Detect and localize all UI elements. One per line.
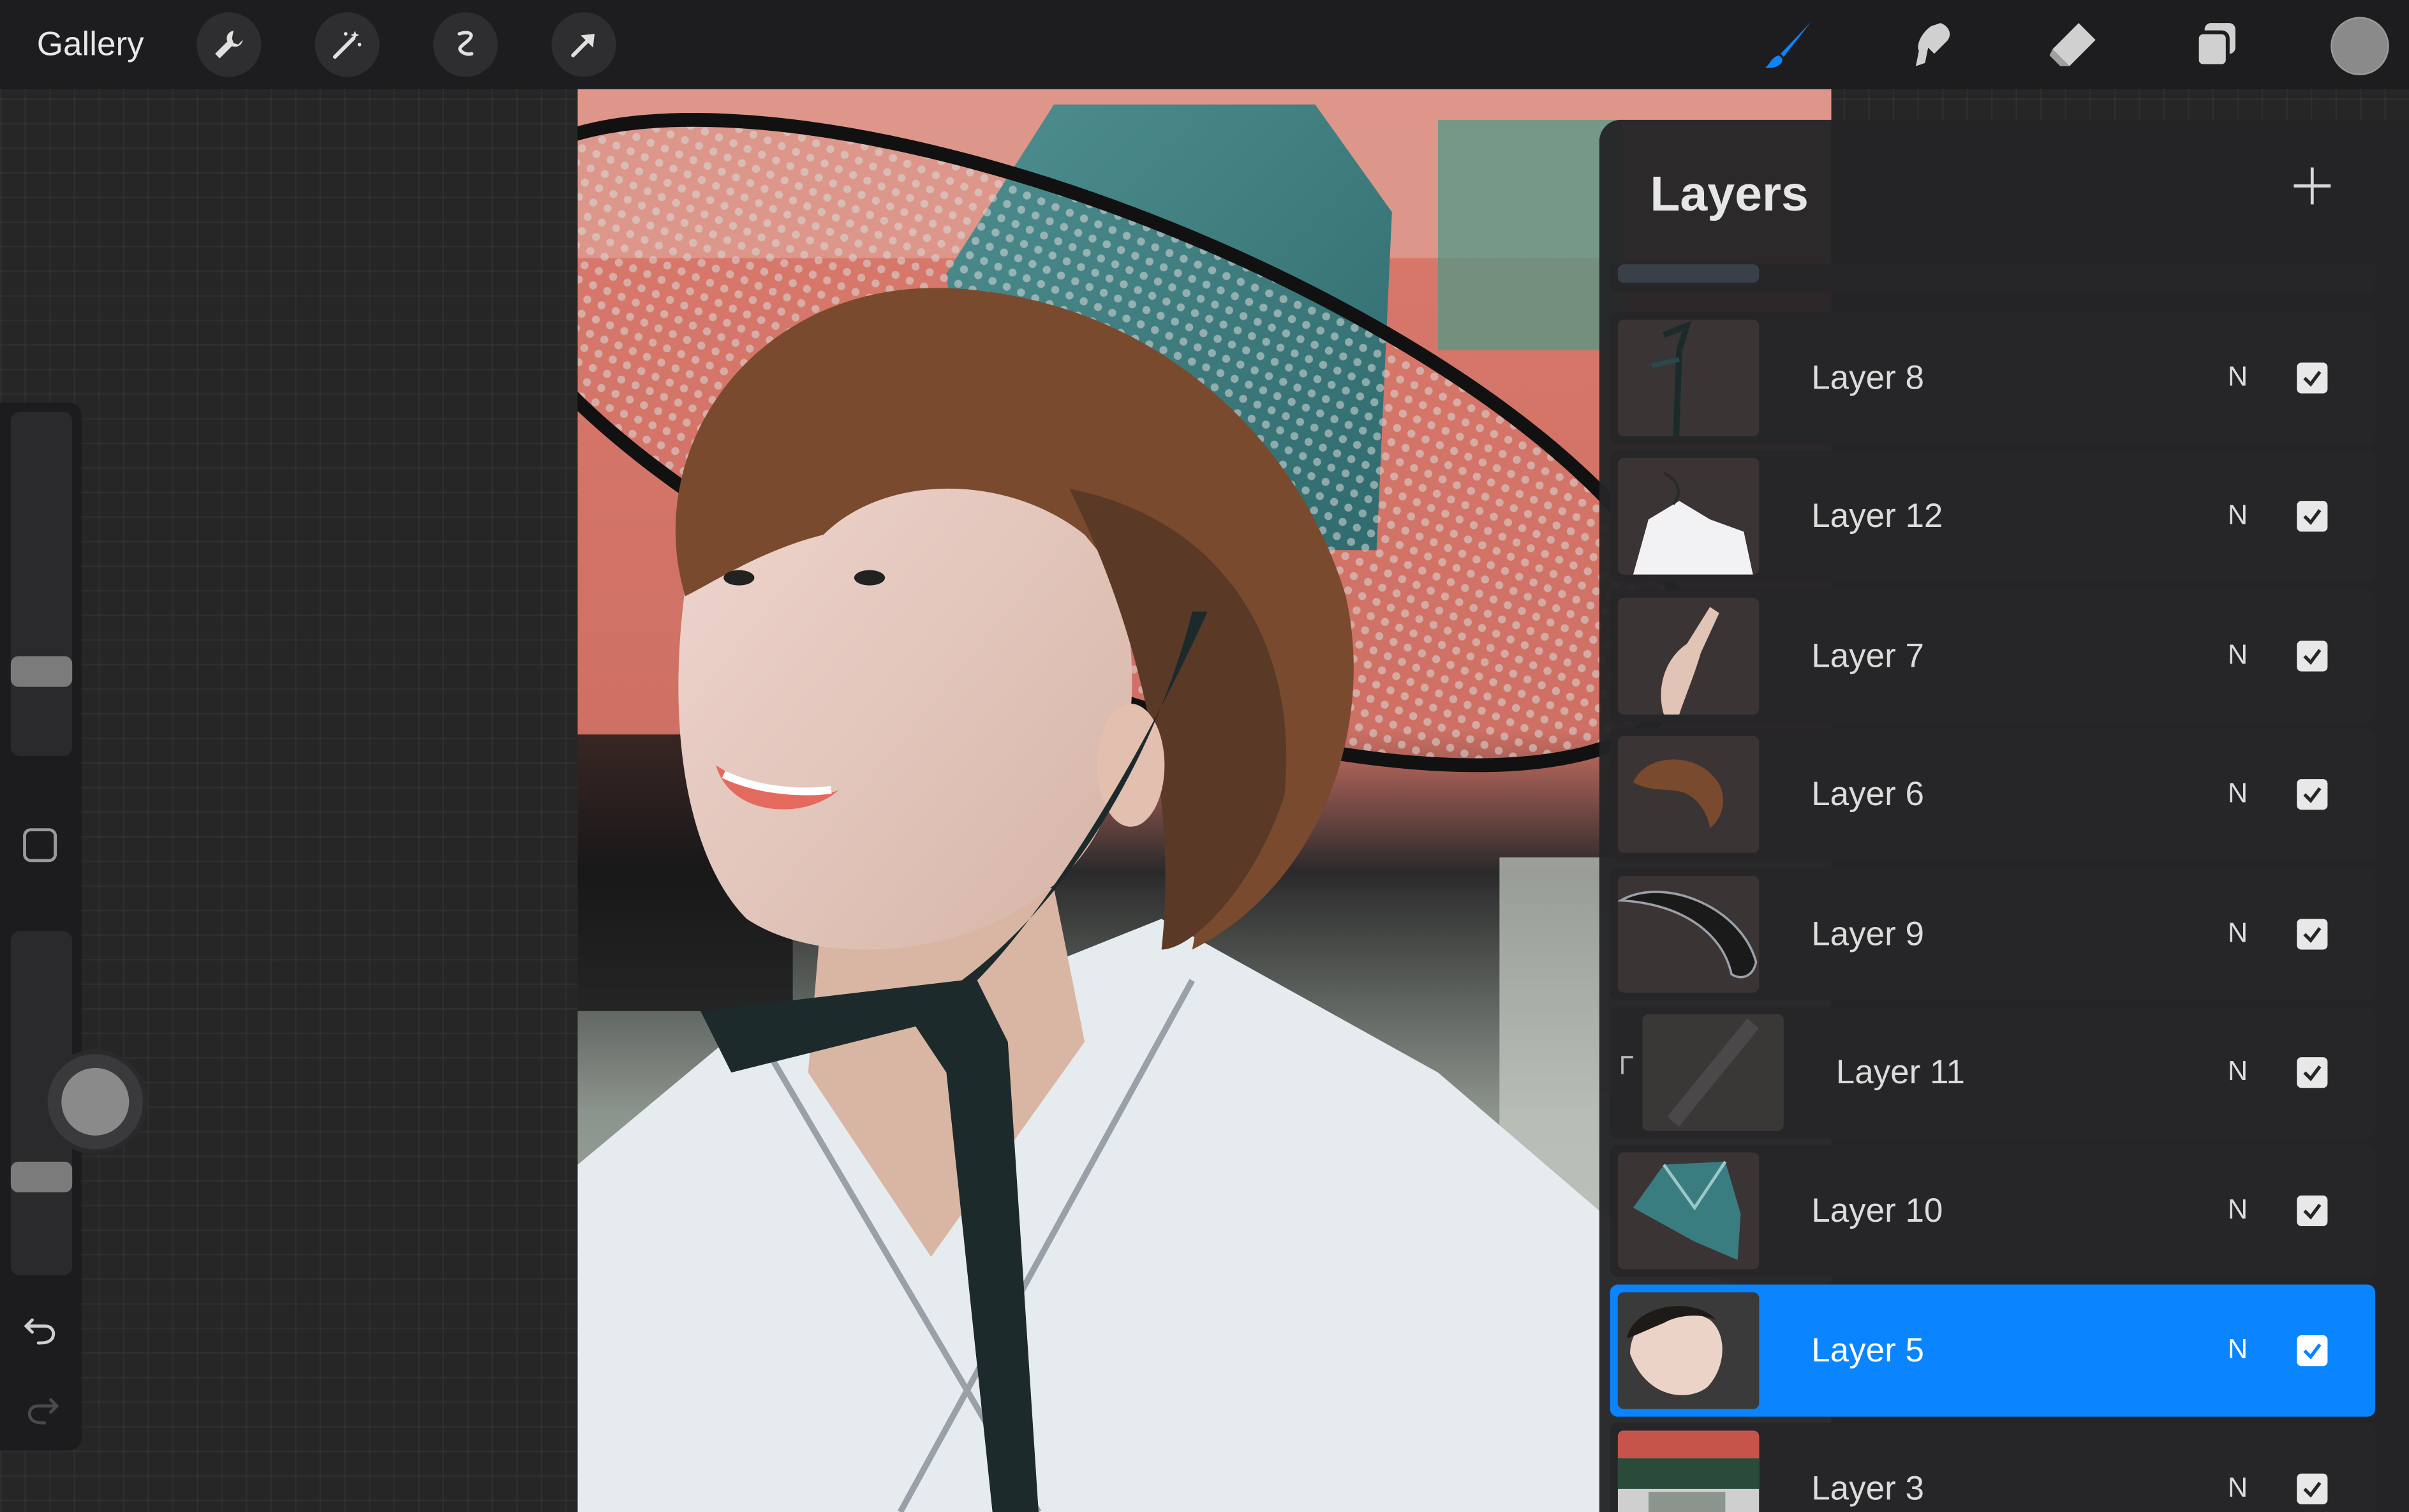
layer-visibility-checkbox[interactable] — [2297, 640, 2328, 672]
layer-visibility-checkbox[interactable] — [2297, 779, 2328, 810]
layer-thumbnail[interactable] — [1642, 1014, 1784, 1131]
checkmark-icon — [2303, 1343, 2322, 1360]
brush-opacity-thumb[interactable] — [10, 1162, 73, 1193]
layers-panel-title: Layers — [1650, 166, 1809, 221]
layer-blend-mode-button[interactable]: N — [2228, 639, 2248, 671]
top-toolbar: Gallery — [0, 0, 2409, 89]
layers-button[interactable] — [2188, 15, 2246, 74]
checkmark-icon — [2303, 1065, 2322, 1081]
checkmark-icon — [2303, 509, 2322, 526]
layer-thumbnail[interactable] — [1617, 597, 1760, 715]
layer-row[interactable]: Layer 9 N — [1610, 867, 2376, 1000]
adjustments-button[interactable] — [315, 12, 380, 77]
modify-button[interactable] — [23, 828, 57, 863]
clipping-mask-icon — [1621, 1056, 1633, 1074]
actions-wrench-button[interactable] — [196, 12, 262, 77]
checkmark-icon — [2303, 1204, 2322, 1220]
checkmark-icon — [2303, 648, 2322, 665]
layers-icon — [2195, 23, 2235, 68]
layer-row[interactable]: Layer 8 N — [1610, 311, 2376, 445]
gallery-button[interactable]: Gallery — [37, 25, 144, 65]
layer-thumbnail[interactable] — [1617, 875, 1760, 992]
procreate-app: Gallery Layers Layer 8 N Layer 12 N Laye… — [0, 0, 2409, 1512]
smudge-tool-button[interactable] — [1902, 15, 1961, 74]
layer-name: Layer 9 — [1811, 914, 1924, 952]
layer-blend-mode-button[interactable]: N — [2228, 917, 2248, 949]
undo-icon[interactable] — [20, 1309, 63, 1352]
color-picker-swatch[interactable] — [2331, 17, 2389, 76]
layer-blend-mode-button[interactable]: N — [2228, 778, 2248, 810]
left-sidebar — [0, 403, 82, 1451]
brush-tool-button[interactable] — [1761, 15, 1820, 74]
layer-name: Layer 7 — [1811, 635, 1924, 674]
layer-row[interactable]: Layer 6 N — [1610, 729, 2376, 861]
layer-thumbnail — [1617, 264, 1760, 283]
wrench-icon — [215, 31, 243, 59]
brush-icon — [1765, 21, 1812, 68]
layer-thumbnail[interactable] — [1617, 1430, 1760, 1512]
transform-arrow-icon — [571, 33, 595, 57]
layer-thumbnail[interactable] — [1617, 736, 1760, 854]
layer-row[interactable]: Layer 7 N — [1610, 589, 2376, 722]
layer-visibility-checkbox[interactable] — [2297, 1196, 2328, 1227]
layer-row-partial[interactable] — [1610, 264, 2376, 292]
checkmark-icon — [2303, 371, 2322, 387]
layer-visibility-checkbox[interactable] — [2297, 1057, 2328, 1088]
layer-blend-mode-button[interactable]: N — [2228, 361, 2248, 394]
layer-visibility-checkbox[interactable] — [2297, 1474, 2328, 1505]
plus-icon[interactable] — [2289, 163, 2335, 209]
layer-blend-mode-button[interactable]: N — [2228, 500, 2248, 533]
eraser-icon — [2049, 23, 2096, 66]
layer-blend-mode-button[interactable]: N — [2228, 1056, 2248, 1088]
layer-visibility-checkbox[interactable] — [2297, 362, 2328, 394]
layers-panel: Layers Layer 8 N Layer 12 N Layer 7 N Layer 6 N… — [1599, 119, 2409, 1512]
transform-button[interactable] — [551, 12, 616, 77]
layer-blend-mode-button[interactable]: N — [2228, 1194, 2248, 1227]
layer-name: Layer 5 — [1811, 1330, 1924, 1369]
layer-thumbnail[interactable] — [1617, 458, 1760, 575]
layer-thumbnail[interactable] — [1617, 319, 1760, 437]
checkmark-icon — [2303, 926, 2322, 943]
selection-button[interactable] — [433, 12, 498, 77]
layer-thumbnail[interactable] — [1617, 1292, 1760, 1409]
selection-icon — [457, 31, 473, 56]
magic-wand-icon — [332, 31, 362, 59]
checkmark-icon — [2303, 787, 2322, 804]
layer-name: Layer 3 — [1811, 1469, 1924, 1508]
redo-icon[interactable] — [20, 1389, 63, 1432]
layer-visibility-checkbox[interactable] — [2297, 1335, 2328, 1366]
layer-blend-mode-button[interactable]: N — [2228, 1472, 2248, 1505]
layer-visibility-checkbox[interactable] — [2297, 501, 2328, 533]
layer-name: Layer 12 — [1811, 496, 1943, 536]
layer-name: Layer 6 — [1811, 775, 1924, 813]
layer-name: Layer 8 — [1811, 358, 1924, 397]
layer-blend-mode-button[interactable]: N — [2228, 1333, 2248, 1366]
layer-visibility-checkbox[interactable] — [2297, 918, 2328, 949]
layer-thumbnail[interactable] — [1617, 1153, 1760, 1270]
eraser-tool-button[interactable] — [2043, 15, 2102, 74]
brush-size-thumb[interactable] — [10, 656, 73, 687]
eyedropper-button[interactable] — [47, 1054, 143, 1150]
layer-row[interactable]: Layer 11 N — [1610, 1006, 2376, 1139]
layer-row[interactable]: Layer 5 N — [1610, 1284, 2376, 1417]
layer-name: Layer 10 — [1811, 1191, 1943, 1230]
layer-row[interactable]: Layer 3 N — [1610, 1423, 2376, 1512]
brush-size-slider[interactable] — [10, 411, 73, 757]
layer-row[interactable]: Layer 12 N — [1610, 450, 2376, 583]
smudge-icon — [1915, 23, 1950, 66]
layer-name: Layer 11 — [1835, 1052, 1965, 1092]
checkmark-icon — [2303, 1482, 2322, 1498]
layer-row[interactable]: Layer 10 N — [1610, 1145, 2376, 1278]
